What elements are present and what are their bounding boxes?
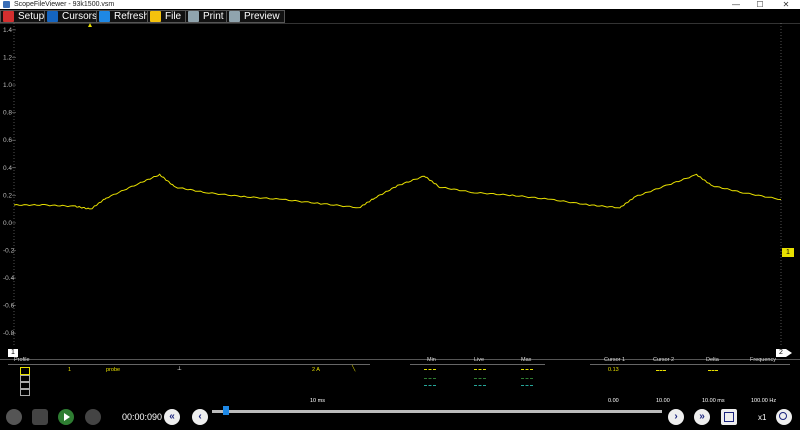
live-value-2 bbox=[474, 378, 486, 379]
playback-slider-track[interactable] bbox=[212, 410, 662, 413]
playback-time: 00:00:090 bbox=[122, 412, 163, 422]
range-label[interactable]: 2 A bbox=[312, 367, 320, 373]
y-tick-label: -0.2 bbox=[3, 247, 15, 254]
y-tick-label: 0.6 bbox=[3, 137, 12, 144]
zoom-button[interactable] bbox=[776, 409, 792, 425]
refresh-icon bbox=[99, 11, 110, 22]
cursors-label: Cursors bbox=[62, 11, 98, 22]
timebase-label: 10 ms bbox=[310, 398, 325, 404]
max-header: Max bbox=[521, 357, 532, 363]
trace-line bbox=[13, 173, 782, 210]
fit-screen-icon bbox=[724, 412, 734, 422]
trigger-marker-icon[interactable] bbox=[88, 23, 92, 27]
slope-icon[interactable]: ╲ bbox=[352, 366, 355, 372]
table-divider-right bbox=[590, 364, 790, 365]
file-label: File bbox=[165, 11, 182, 22]
folder-icon bbox=[150, 11, 161, 22]
max-value-2 bbox=[521, 378, 533, 379]
coupling-icon[interactable]: ⊥ bbox=[177, 366, 182, 372]
minimize-button[interactable]: — bbox=[726, 0, 746, 9]
magnifier-icon bbox=[779, 412, 787, 420]
printer-icon bbox=[188, 11, 199, 22]
waveform-chart[interactable]: 1.4 1.2 1.0 0.8 0.6 0.4 0.2 0.0 -0.2 -0.4 -0.6 -0.8… bbox=[0, 23, 800, 358]
delta-value bbox=[708, 370, 718, 371]
delta-header: Delta bbox=[706, 357, 719, 363]
y-tick-label: 1.0 bbox=[3, 82, 12, 89]
min-header: Min bbox=[427, 357, 436, 363]
refresh-label: Refresh bbox=[114, 11, 150, 22]
y-tick-label: -0.8 bbox=[3, 330, 15, 337]
table-divider-mid bbox=[410, 364, 545, 365]
channel-2-checkbox[interactable] bbox=[20, 375, 30, 382]
y-tick-label: 1.2 bbox=[3, 54, 12, 61]
y-tick-label: -0.6 bbox=[3, 303, 15, 310]
cursor-2-handle[interactable]: 2 bbox=[776, 349, 786, 357]
step-forward-button[interactable]: › bbox=[668, 409, 684, 425]
file-button[interactable]: File bbox=[147, 10, 187, 23]
min-value-1 bbox=[424, 369, 436, 370]
channel-4-checkbox[interactable] bbox=[20, 389, 30, 396]
max-value-3 bbox=[521, 385, 533, 386]
scroll-right-icon[interactable] bbox=[786, 349, 792, 357]
print-label: Print bbox=[203, 11, 224, 22]
min-value-3 bbox=[424, 385, 436, 386]
cursors-button[interactable]: Cursors bbox=[44, 10, 103, 23]
panel-divider bbox=[0, 359, 800, 360]
frequency-header: Frequency bbox=[750, 357, 776, 363]
delta-time: 10.00 ms bbox=[702, 398, 725, 404]
cursor2-value bbox=[656, 370, 666, 371]
zoom-level: x1 bbox=[758, 413, 767, 422]
cursor2-header: Cursor 2 bbox=[653, 357, 675, 363]
y-tick-label: 0.8 bbox=[3, 110, 12, 117]
live-value-3 bbox=[474, 385, 486, 386]
record-icon[interactable] bbox=[85, 409, 101, 425]
frequency-value: 100.00 Hz bbox=[751, 398, 777, 404]
setup-icon bbox=[3, 11, 14, 22]
app-icon bbox=[3, 1, 10, 8]
rewind-button[interactable]: « bbox=[164, 409, 180, 425]
maximize-button[interactable]: ☐ bbox=[750, 0, 770, 9]
channel-number: 1 bbox=[68, 367, 72, 373]
y-tick-label: 0.2 bbox=[3, 192, 12, 199]
cursor1-value: 0.13 bbox=[608, 367, 619, 373]
refresh-button[interactable]: Refresh bbox=[96, 10, 155, 23]
live-value-1 bbox=[474, 369, 486, 370]
fit-screen-button[interactable] bbox=[721, 409, 737, 425]
preview-label: Preview bbox=[244, 11, 280, 22]
channel-1-checkbox[interactable] bbox=[20, 367, 30, 375]
y-tick-label: 0.0 bbox=[3, 220, 12, 227]
cursor-1-handle[interactable]: 1 bbox=[8, 349, 18, 357]
step-back-button[interactable]: ‹ bbox=[192, 409, 208, 425]
preview-button[interactable]: Preview bbox=[226, 10, 285, 23]
channel-marker[interactable]: 1 bbox=[782, 248, 794, 257]
y-tick-label: -0.4 bbox=[3, 275, 15, 282]
print-button[interactable]: Print bbox=[185, 10, 229, 23]
live-header: Live bbox=[474, 357, 485, 363]
max-value-1 bbox=[521, 369, 533, 370]
y-tick-label: 0.4 bbox=[3, 165, 12, 172]
stop-icon[interactable] bbox=[32, 409, 48, 425]
toolbar: Setup Cursors Refresh File Print Preview bbox=[0, 9, 800, 24]
cursor2-time: 10.00 bbox=[656, 398, 670, 404]
setup-label: Setup bbox=[18, 11, 45, 22]
cursors-icon bbox=[47, 11, 58, 22]
scope-plot[interactable]: 1.4 1.2 1.0 0.8 0.6 0.4 0.2 0.0 -0.2 -0.4 -0.6 -0.8… bbox=[0, 23, 800, 358]
close-button[interactable]: ✕ bbox=[776, 0, 796, 9]
play-icon bbox=[64, 413, 70, 421]
play-button[interactable] bbox=[58, 409, 74, 425]
y-tick-label: 1.4 bbox=[3, 27, 12, 34]
min-value-2 bbox=[424, 378, 436, 379]
setup-button[interactable]: Setup bbox=[0, 10, 50, 23]
window-title: ScopeFileViewer - 93k1500.vsm bbox=[14, 1, 115, 8]
table-divider-left bbox=[8, 364, 370, 365]
fast-forward-button[interactable]: » bbox=[694, 409, 710, 425]
cursor1-header: Cursor 1 bbox=[604, 357, 626, 363]
settings-icon[interactable] bbox=[6, 409, 22, 425]
channel-3-checkbox[interactable] bbox=[20, 382, 30, 389]
profile-header: Profile bbox=[14, 357, 30, 363]
playback-slider-thumb[interactable] bbox=[223, 406, 230, 415]
cursor1-time: 0.00 bbox=[608, 398, 619, 404]
probe-label[interactable]: probe bbox=[106, 367, 120, 373]
preview-icon bbox=[229, 11, 240, 22]
